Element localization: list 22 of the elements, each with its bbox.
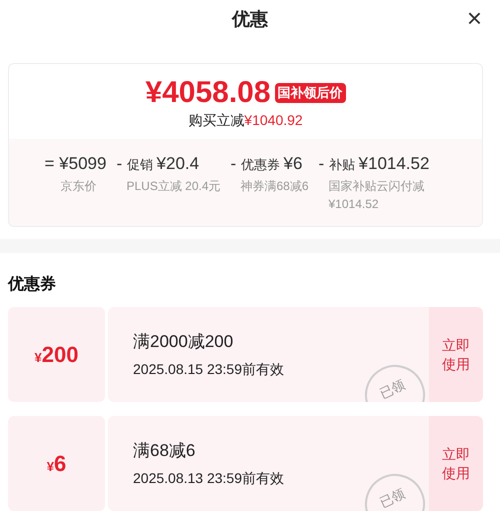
breakdown-note: 国家补贴云闪付减¥1014.52 — [328, 178, 426, 213]
coupon-amount: ¥200 — [34, 341, 78, 370]
dialog-title: 优惠 — [232, 8, 268, 32]
breakdown-amount: - 促销 ¥20.4 — [116, 153, 200, 176]
close-button[interactable]: × — [466, 5, 482, 31]
section-title: 优惠券 — [8, 274, 57, 296]
breakdown-amount: - 优惠券 ¥6 — [230, 153, 304, 176]
final-price: ¥4058.08 — [145, 76, 271, 110]
coupon-condition: 满2000减200 — [133, 331, 234, 354]
breakdown-note: 京东价 — [60, 178, 98, 195]
coupon-amount: ¥6 — [46, 450, 66, 478]
coupon-validity: 2025.08.13 23:59前有效 — [133, 468, 285, 488]
instant-discount: 购买立减¥1040.92 — [188, 111, 303, 130]
use-now-button[interactable]: 立即使用 — [429, 307, 483, 402]
breakdown-note: PLUS立减 20.4元 — [126, 178, 222, 195]
breakdown-amount: - 补贴 ¥1014.52 — [318, 153, 430, 176]
breakdown-amount: = ¥5099 — [44, 153, 108, 176]
use-now-button[interactable]: 立即使用 — [429, 416, 483, 511]
breakdown-note: 神券满68减6 — [240, 178, 310, 195]
coupon-condition: 满68减6 — [133, 440, 196, 462]
subsidy-badge: 国补领后价 — [274, 83, 346, 104]
coupon-validity: 2025.08.15 23:59前有效 — [133, 360, 285, 379]
